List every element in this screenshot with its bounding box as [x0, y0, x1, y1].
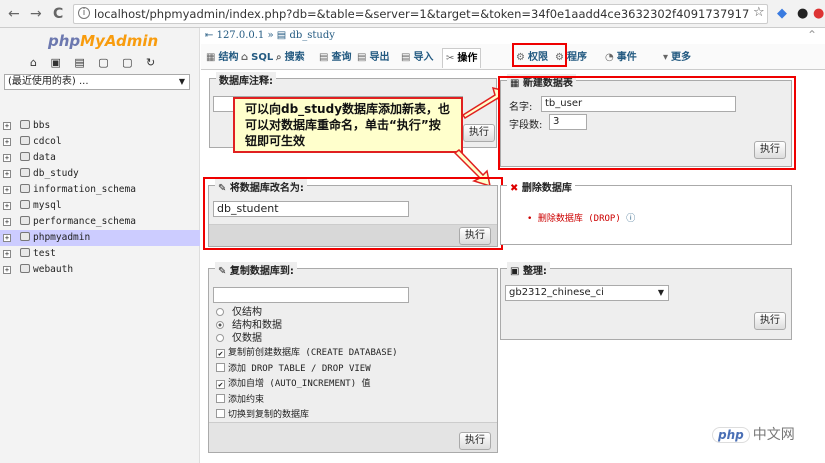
radio-button[interactable] [216, 334, 224, 342]
chevron-down-icon: ▼ [657, 288, 664, 297]
copy-checkbox[interactable]: ✔ 添加自增 (AUTO_INCREMENT) 值 [216, 376, 371, 389]
delete-icon: ✖ [510, 183, 522, 194]
checkbox[interactable] [216, 409, 225, 418]
drop-database-link[interactable]: • 删除数据库 (DROP) ⓘ [527, 211, 635, 224]
rename-highlight [203, 177, 503, 250]
copy-checkbox[interactable]: 切换到复制的数据库 [216, 407, 309, 420]
collation-legend: ▣ 整理: [507, 262, 550, 277]
copy-checkbox[interactable]: 添加约束 [216, 392, 264, 405]
copy-execute-button[interactable]: 执行 [459, 432, 491, 450]
checkbox[interactable] [216, 362, 225, 372]
copy-checkbox[interactable]: 添加 DROP TABLE / DROP VIEW [216, 361, 371, 374]
copy-name-input[interactable] [213, 287, 409, 303]
checkbox[interactable] [216, 393, 225, 403]
copy-checkbox[interactable]: ✔ 复制前创建数据库 (CREATE DATABASE) [216, 345, 398, 358]
watermark: php 中文网 [712, 424, 795, 444]
drop-panel: ✖ 删除数据库 • 删除数据库 (DROP) ⓘ [500, 179, 792, 245]
radio-button[interactable] [216, 321, 224, 329]
pencil-icon: ✎ [218, 266, 230, 277]
collation-execute-button[interactable]: 执行 [754, 312, 786, 330]
copy-radio[interactable]: 仅数据 [216, 329, 262, 344]
copy-footer [209, 422, 497, 452]
collation-select[interactable]: gb2312_chinese_ci ▼ [505, 285, 669, 301]
php-logo: php [712, 427, 750, 443]
checkbox[interactable]: ✔ [216, 380, 225, 389]
help-icon[interactable]: ⓘ [626, 214, 635, 224]
copy-legend: ✎ 复制数据库到: [215, 262, 297, 277]
collation-panel: ▣ 整理: gb2312_chinese_ci ▼ 执行 [500, 262, 792, 340]
checkbox[interactable]: ✔ [216, 349, 225, 358]
drop-legend: ✖ 删除数据库 [507, 179, 575, 194]
radio-button[interactable] [216, 308, 224, 316]
create-table-highlight [498, 76, 796, 170]
collation-icon: ▣ [510, 266, 523, 277]
